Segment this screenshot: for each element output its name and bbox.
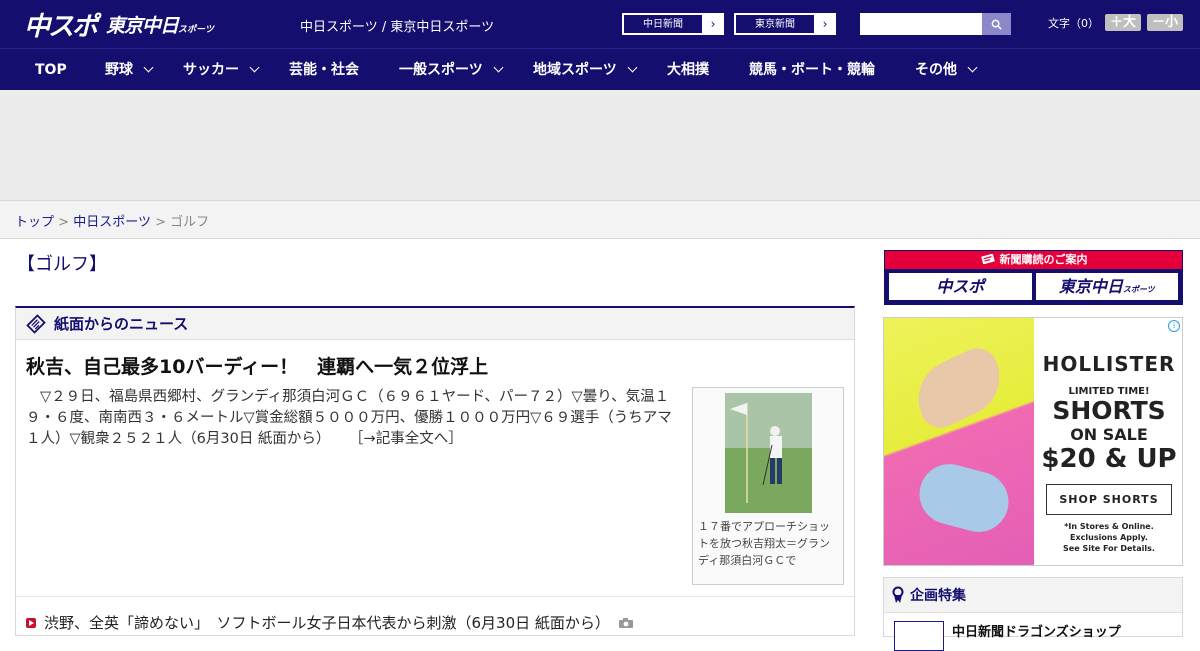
main-nav: TOP 野球 サッカー 芸能・社会 一般スポーツ 地域スポーツ 大相撲 競馬・ボ… — [0, 48, 1200, 90]
nav-racing[interactable]: 競馬・ボート・競輪 — [749, 49, 875, 91]
ad-line3: ON SALE — [1070, 425, 1148, 444]
chevron-right-icon: › — [822, 17, 828, 31]
divider — [16, 596, 854, 597]
ad-brand: HOLLISTER — [1042, 352, 1176, 376]
ad-image — [884, 318, 1034, 565]
chevron-down-icon — [967, 62, 978, 73]
tokyo-shimbun-label: 東京新聞 — [735, 14, 815, 34]
chevron-down-icon — [493, 62, 504, 73]
shop-shorts-button[interactable]: SHOP SHORTS — [1046, 484, 1172, 515]
read-more-link[interactable]: ［→記事全文へ］ — [349, 431, 463, 447]
news-section: 紙面からのニュース 秋吉、自己最多10バーディー！ 連覇へ一気２位浮上 ▽２９日… — [15, 306, 855, 636]
chevron-down-icon — [249, 62, 260, 73]
nav-soccer[interactable]: サッカー — [183, 49, 260, 91]
news-section-header: 紙面からのニュース — [16, 308, 854, 340]
tokyo-shimbun-button[interactable]: 東京新聞 › — [734, 13, 836, 35]
feature-thumbnail — [894, 621, 944, 651]
search-input[interactable] — [860, 13, 982, 35]
search-form — [860, 13, 1011, 35]
feature-header: 企画特集 — [884, 578, 1182, 613]
newspaper-icon — [26, 313, 46, 334]
photo-caption: １７番でアプローチショットを放つ秋吉翔太＝グランディ那須白河ＧＣで — [698, 520, 830, 567]
ticket-icon — [980, 253, 995, 265]
chevron-down-icon — [627, 62, 638, 73]
chunichi-shimbun-button[interactable]: 中日新聞 › — [622, 13, 724, 35]
search-button[interactable] — [982, 13, 1011, 35]
breadcrumb-current: ゴルフ — [170, 215, 210, 230]
ad-info-icon[interactable]: i — [1168, 320, 1180, 332]
font-bigger-button[interactable]: ＋大 — [1105, 14, 1142, 31]
nav-general-sports[interactable]: 一般スポーツ — [399, 49, 504, 91]
nav-regional-sports[interactable]: 地域スポーツ — [533, 49, 638, 91]
site-logo[interactable]: 中スポ 東京中日スポーツ — [24, 8, 214, 42]
camera-icon — [618, 617, 633, 628]
font-size-control: 文字（0） ＋大 －小 — [1048, 14, 1184, 31]
feature-item-label: 中日新聞ドラゴンズショップ — [952, 625, 1121, 640]
nav-baseball[interactable]: 野球 — [105, 49, 154, 91]
feature-section: 企画特集 中日新聞ドラゴンズショップ — [883, 577, 1183, 651]
font-size-label: 文字（0） — [1048, 16, 1099, 30]
logo-tokyo-chunichi: 東京中日スポーツ — [106, 14, 214, 37]
breadcrumb: トップ > 中日スポーツ > ゴルフ — [0, 201, 1200, 239]
advertisement[interactable]: HOLLISTER LIMITED TIME! SHORTS ON SALE $… — [883, 317, 1183, 566]
top-ad-area — [0, 90, 1200, 201]
site-links[interactable]: 中日スポーツ / 東京中日スポーツ — [300, 16, 494, 35]
subscribe-chuspo[interactable]: 中スポ — [889, 273, 1032, 300]
article-headline[interactable]: 秋吉、自己最多10バーディー！ 連覇へ一気２位浮上 — [26, 352, 488, 379]
chunichi-shimbun-label: 中日新聞 — [623, 14, 703, 34]
logo-chuspo: 中スポ — [24, 11, 98, 42]
ad-line2: SHORTS — [1052, 396, 1166, 425]
golfer-photo — [725, 393, 812, 513]
subscribe-tokyo-chunichi[interactable]: 東京中日スポーツ — [1035, 273, 1178, 300]
top-header: 中スポ 東京中日スポーツ 中日スポーツ / 東京中日スポーツ 中日新聞 › 東京… — [0, 0, 1200, 48]
subscription-banner[interactable]: 新聞購読のご案内 中スポ 東京中日スポーツ — [884, 250, 1183, 305]
ribbon-icon — [892, 586, 904, 603]
nav-entertainment[interactable]: 芸能・社会 — [289, 49, 359, 91]
breadcrumb-chunichi-sports[interactable]: 中日スポーツ — [73, 215, 151, 230]
breadcrumb-top[interactable]: トップ — [15, 215, 54, 230]
search-icon — [991, 19, 1002, 30]
subscription-title: 新聞購読のご案内 — [885, 251, 1182, 269]
nav-sumo[interactable]: 大相撲 — [667, 49, 709, 91]
feature-item[interactable]: 中日新聞ドラゴンズショップ — [894, 621, 1121, 651]
nav-top[interactable]: TOP — [35, 49, 67, 91]
news-section-title: 紙面からのニュース — [54, 315, 189, 333]
page-title: 【ゴルフ】 — [17, 254, 107, 275]
chevron-right-icon: › — [710, 17, 716, 31]
breadcrumb-separator: > — [58, 215, 70, 230]
font-smaller-button[interactable]: －小 — [1147, 14, 1184, 31]
nav-others[interactable]: その他 — [915, 49, 978, 91]
chevron-down-icon — [143, 62, 154, 73]
feature-title: 企画特集 — [910, 588, 966, 604]
article-photo[interactable]: １７番でアプローチショットを放つ秋吉翔太＝グランディ那須白河ＧＣで — [692, 387, 844, 585]
ad-fine-print: *In Stores & Online. Exclusions Apply. S… — [1063, 522, 1155, 553]
breadcrumb-separator: > — [155, 215, 166, 230]
play-marker-icon — [26, 617, 36, 628]
ad-line4: $20 & UP — [1041, 444, 1177, 474]
article-summary: ▽２９日、福島県西郷村、グランディ那須白河ＧＣ（６９６１ヤード、パー７２）▽曇り… — [26, 387, 686, 450]
